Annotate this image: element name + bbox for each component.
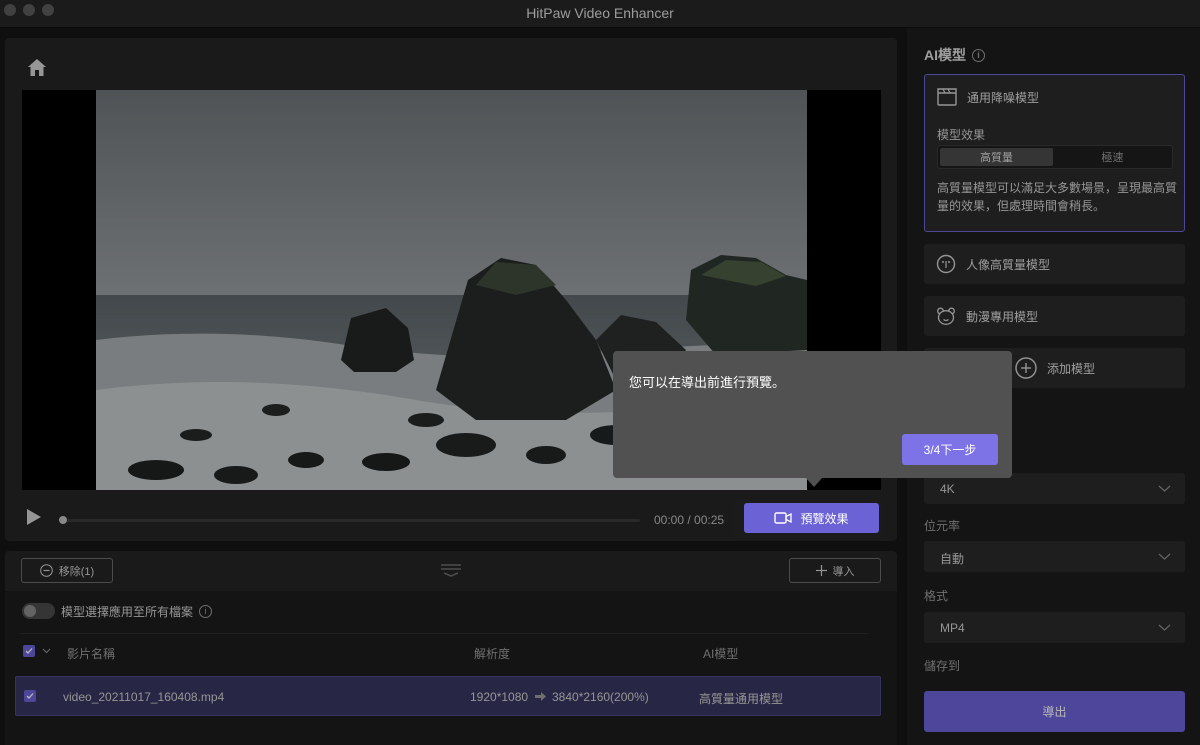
onboarding-tooltip: 您可以在導出前進行預覽。 3/4下一步 bbox=[613, 351, 1012, 478]
chevron-down-icon bbox=[1158, 485, 1171, 492]
row-checkbox[interactable] bbox=[24, 690, 36, 702]
minus-circle-icon bbox=[39, 564, 53, 577]
video-camera-icon bbox=[774, 512, 793, 524]
title-bar: HitPaw Video Enhancer bbox=[0, 0, 1200, 28]
model-card-anime[interactable]: 動漫專用模型 bbox=[924, 296, 1185, 336]
model-card-general[interactable]: 通用降噪模型 模型效果 高質量 極速 高質量模型可以滿足大多數場景，呈現最高質量… bbox=[924, 74, 1185, 232]
info-icon[interactable]: i bbox=[199, 604, 213, 618]
apply-all-row: 模型選擇應用至所有檔案 i bbox=[22, 603, 213, 619]
effect-segmented-control: 高質量 極速 bbox=[937, 145, 1173, 169]
chevron-down-icon bbox=[1158, 624, 1171, 631]
model-card-header: 人像高質量模型 bbox=[936, 254, 1050, 274]
import-label: 導入 bbox=[832, 565, 855, 578]
drag-handle-icon bbox=[441, 564, 461, 577]
row-model: 高質量通用模型 bbox=[699, 692, 784, 706]
select-all-checkbox[interactable] bbox=[23, 645, 35, 657]
row-file-name: video_20211017_160408.mp4 bbox=[63, 690, 225, 704]
add-model-content: 添加模型 bbox=[1015, 357, 1095, 379]
table-header: 影片名稱 解析度 AI模型 bbox=[20, 633, 868, 663]
model-label-anime: 動漫專用模型 bbox=[966, 309, 1039, 324]
preview-effect-label: 預覽效果 bbox=[800, 511, 849, 526]
model-description: 高質量模型可以滿足大多數場景，呈現最高質量的效果，但處理時間會稍長。 bbox=[937, 181, 1178, 213]
ai-model-title: AI模型 bbox=[924, 47, 966, 63]
table-row[interactable]: video_20211017_160408.mp4 1920*1080 3840… bbox=[15, 676, 881, 716]
chevron-down-icon[interactable] bbox=[42, 648, 51, 654]
time-readout: 00:00 / 00:25 bbox=[654, 513, 725, 527]
play-icon bbox=[27, 509, 41, 525]
file-list-toolbar: 移除(1) 導入 bbox=[5, 551, 897, 591]
model-card-header: 動漫專用模型 bbox=[936, 306, 1038, 326]
column-header-model[interactable]: AI模型 bbox=[703, 645, 738, 662]
plus-circle-icon bbox=[1015, 357, 1037, 379]
ai-model-heading: AI模型 i bbox=[924, 45, 985, 65]
window-title: HitPaw Video Enhancer bbox=[526, 5, 674, 21]
row-resolution-to: 3840*2160(200%) bbox=[552, 690, 649, 704]
progress-knob[interactable] bbox=[59, 516, 67, 524]
bitrate-select[interactable]: 自動 bbox=[924, 541, 1185, 572]
bitrate-label: 位元率 bbox=[924, 519, 961, 533]
check-icon bbox=[25, 648, 33, 654]
tooltip-text: 您可以在導出前進行預覽。 bbox=[629, 375, 786, 390]
clapperboard-icon bbox=[937, 88, 957, 106]
column-header-resolution[interactable]: 解析度 bbox=[474, 645, 510, 662]
column-header-name[interactable]: 影片名稱 bbox=[67, 645, 115, 662]
preview-effect-button[interactable]: 預覽效果 bbox=[744, 503, 879, 533]
format-value: MP4 bbox=[940, 621, 965, 635]
export-button[interactable]: 導出 bbox=[924, 691, 1185, 732]
file-list-panel: 移除(1) 導入 模型選擇應用至所有檔案 i 影片名稱 解析度 AI模型 vid… bbox=[5, 551, 897, 745]
home-icon bbox=[28, 58, 46, 76]
info-icon[interactable]: i bbox=[972, 48, 985, 62]
home-button[interactable] bbox=[22, 52, 52, 82]
model-card-header: 通用降噪模型 bbox=[937, 88, 1039, 106]
resolution-value: 4K bbox=[940, 482, 955, 496]
face-icon bbox=[936, 254, 956, 274]
model-label-portrait: 人像高質量模型 bbox=[966, 257, 1051, 272]
tooltip-pointer bbox=[805, 477, 823, 487]
effect-label: 模型效果 bbox=[937, 128, 986, 142]
progress-bar[interactable] bbox=[59, 516, 640, 524]
plus-icon bbox=[815, 565, 827, 576]
save-to-label: 儲存到 bbox=[924, 659, 961, 673]
format-select[interactable]: MP4 bbox=[924, 612, 1185, 643]
remove-label: 移除(1) bbox=[58, 565, 95, 578]
row-resolution-from: 1920*1080 bbox=[470, 690, 529, 704]
arrow-right-icon bbox=[535, 692, 546, 701]
play-button[interactable] bbox=[26, 508, 42, 531]
format-label: 格式 bbox=[924, 589, 949, 603]
apply-all-toggle[interactable] bbox=[22, 603, 55, 619]
bear-icon bbox=[937, 307, 955, 325]
panel-resize-handle[interactable] bbox=[441, 563, 461, 582]
add-model-label: 添加模型 bbox=[1047, 361, 1096, 376]
remove-button[interactable]: 移除(1) bbox=[21, 558, 113, 583]
tooltip-next-button[interactable]: 3/4下一步 bbox=[902, 434, 998, 465]
chevron-down-icon bbox=[1158, 553, 1171, 560]
model-label-general: 通用降噪模型 bbox=[967, 90, 1040, 105]
effect-option-quality[interactable]: 高質量 bbox=[940, 148, 1053, 166]
check-icon bbox=[26, 693, 34, 699]
effect-option-fast[interactable]: 極速 bbox=[1056, 148, 1169, 166]
bitrate-value: 自動 bbox=[940, 552, 965, 566]
apply-all-label: 模型選擇應用至所有檔案 bbox=[61, 604, 194, 619]
import-button[interactable]: 導入 bbox=[789, 558, 881, 583]
model-card-portrait[interactable]: 人像高質量模型 bbox=[924, 244, 1185, 284]
